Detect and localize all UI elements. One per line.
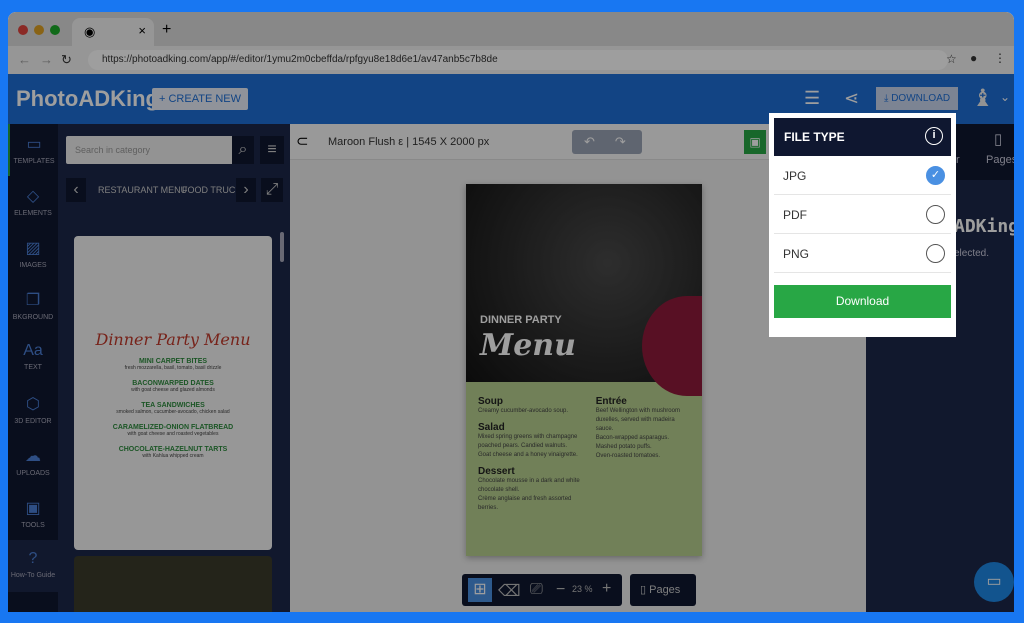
download-file-button[interactable]: Download — [774, 285, 951, 318]
checked-radio-icon[interactable]: ✓ — [926, 166, 945, 185]
option-label: PDF — [783, 208, 807, 222]
file-type-option-jpg[interactable]: JPG ✓ — [774, 156, 951, 195]
file-type-option-pdf[interactable]: PDF — [774, 195, 951, 234]
radio-icon[interactable] — [926, 244, 945, 263]
radio-icon[interactable] — [926, 205, 945, 224]
option-label: PNG — [783, 247, 810, 261]
option-label: JPG — [783, 169, 807, 183]
file-type-header: FILE TYPE i — [774, 118, 951, 156]
file-type-title: FILE TYPE — [784, 130, 845, 144]
info-icon[interactable]: i — [925, 127, 943, 145]
file-type-dropdown: FILE TYPE i JPG ✓ PDF PNG Download — [769, 113, 956, 337]
file-type-option-png[interactable]: PNG — [774, 234, 951, 273]
